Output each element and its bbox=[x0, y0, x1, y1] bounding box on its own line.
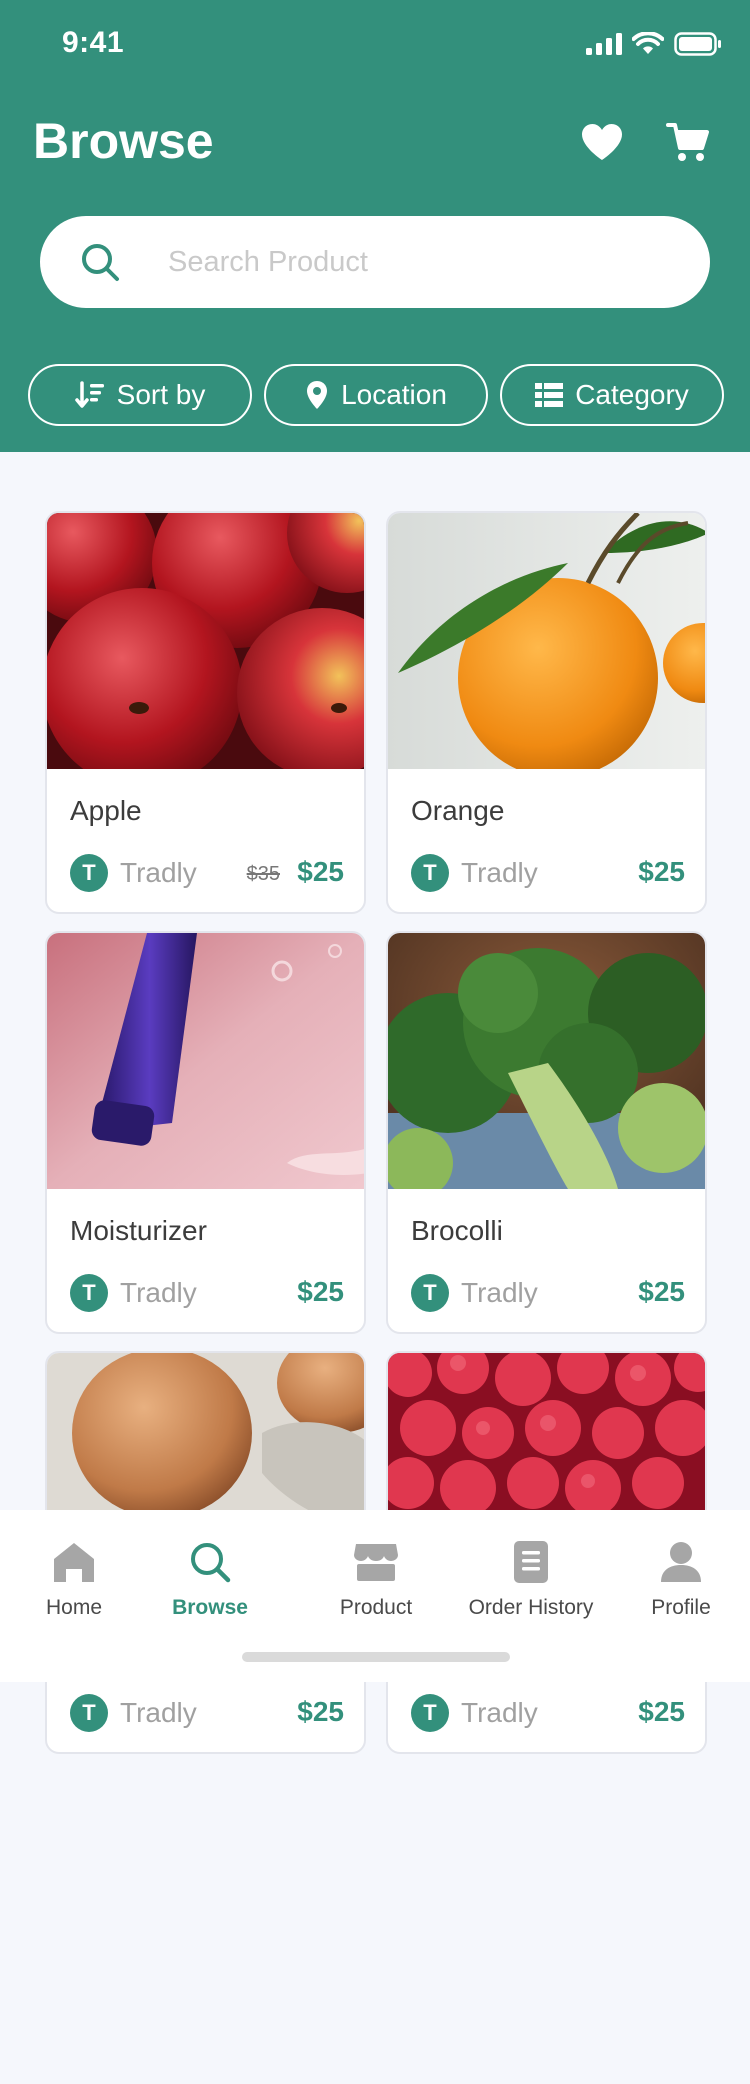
seller-name: Tradly bbox=[120, 857, 197, 888]
category-list-icon bbox=[535, 383, 564, 407]
store-icon bbox=[352, 1538, 400, 1586]
status-time: 9:41 bbox=[62, 26, 125, 59]
tab-label: Profile bbox=[651, 1596, 711, 1619]
search-input[interactable] bbox=[168, 236, 668, 288]
seller-info: T Tradly bbox=[70, 854, 197, 892]
seller-avatar: T bbox=[70, 854, 108, 892]
search-icon bbox=[82, 244, 119, 281]
tab-label: Browse bbox=[172, 1596, 248, 1619]
favorites-button[interactable] bbox=[578, 118, 626, 166]
product-card-apple[interactable]: Apple T Tradly $35 $25 bbox=[45, 511, 366, 914]
product-price: $25 bbox=[638, 856, 685, 887]
battery-icon bbox=[674, 32, 721, 56]
product-price: $25 bbox=[638, 1696, 685, 1727]
product-price: $25 bbox=[297, 856, 344, 887]
tab-order-history[interactable]: Order History bbox=[456, 1538, 606, 1620]
seller-avatar: T bbox=[70, 1274, 108, 1312]
user-icon bbox=[657, 1538, 705, 1586]
seller-avatar: T bbox=[411, 854, 449, 892]
seller-name: Tradly bbox=[120, 1697, 197, 1728]
tab-label: Order History bbox=[468, 1596, 594, 1619]
heart-icon bbox=[582, 124, 622, 160]
home-indicator bbox=[242, 1652, 510, 1662]
tab-profile[interactable]: Profile bbox=[636, 1538, 726, 1620]
product-card-brocolli[interactable]: Brocolli T Tradly $25 bbox=[386, 931, 707, 1334]
tab-browse[interactable]: Browse bbox=[162, 1538, 258, 1620]
product-price: $25 bbox=[297, 1696, 344, 1727]
tab-product[interactable]: Product bbox=[326, 1538, 426, 1620]
product-image-orange bbox=[388, 513, 705, 769]
product-name: Brocolli bbox=[411, 1215, 503, 1246]
search-icon bbox=[186, 1538, 234, 1586]
seller-name: Tradly bbox=[461, 857, 538, 888]
home-icon bbox=[50, 1538, 98, 1586]
sort-icon bbox=[74, 381, 104, 408]
product-card-orange[interactable]: Orange T Tradly $25 bbox=[386, 511, 707, 914]
seller-info: T Tradly bbox=[411, 854, 538, 892]
tab-label: Product bbox=[339, 1596, 413, 1619]
tab-home[interactable]: Home bbox=[34, 1538, 114, 1620]
signal-icon bbox=[586, 33, 622, 55]
category-filter-button[interactable]: Category bbox=[500, 364, 724, 426]
product-name: Moisturizer bbox=[70, 1215, 207, 1246]
product-name: Orange bbox=[411, 795, 505, 826]
status-icons bbox=[586, 32, 722, 56]
seller-info: T Tradly bbox=[411, 1694, 538, 1732]
product-price: $25 bbox=[638, 1276, 685, 1307]
seller-info: T Tradly bbox=[70, 1274, 197, 1312]
seller-avatar: T bbox=[411, 1694, 449, 1732]
sort-by-button[interactable]: Sort by bbox=[28, 364, 252, 426]
cart-button[interactable] bbox=[664, 118, 712, 166]
sort-by-label: Sort by bbox=[116, 379, 206, 410]
location-filter-button[interactable]: Location bbox=[264, 364, 488, 426]
product-name: Apple bbox=[70, 795, 142, 826]
seller-name: Tradly bbox=[461, 1277, 538, 1308]
seller-name: Tradly bbox=[120, 1277, 197, 1308]
product-price: $25 bbox=[297, 1276, 344, 1307]
seller-avatar: T bbox=[70, 1694, 108, 1732]
seller-info: T Tradly bbox=[70, 1694, 197, 1732]
product-image-apple bbox=[47, 513, 364, 769]
filter-bar: Sort by Location Category bbox=[28, 364, 724, 426]
search-bar[interactable] bbox=[40, 216, 710, 308]
product-image-brocolli bbox=[388, 933, 705, 1189]
document-icon bbox=[507, 1538, 555, 1586]
product-card-moisturizer[interactable]: Moisturizer T Tradly $25 bbox=[45, 931, 366, 1334]
location-pin-icon bbox=[307, 381, 328, 409]
wifi-icon bbox=[632, 32, 664, 54]
product-old-price: $35 bbox=[246, 863, 280, 885]
tab-label: Home bbox=[45, 1596, 103, 1619]
seller-avatar: T bbox=[411, 1274, 449, 1312]
cart-icon bbox=[666, 123, 709, 161]
location-label: Location bbox=[341, 379, 447, 410]
product-image-moisturizer bbox=[47, 933, 364, 1189]
seller-name: Tradly bbox=[461, 1697, 538, 1728]
header-bar: 9:41 Browse Search Product Sort by Locat… bbox=[0, 0, 750, 452]
category-label: Category bbox=[575, 379, 689, 410]
seller-info: T Tradly bbox=[411, 1274, 538, 1312]
page-title: Browse bbox=[33, 113, 214, 169]
